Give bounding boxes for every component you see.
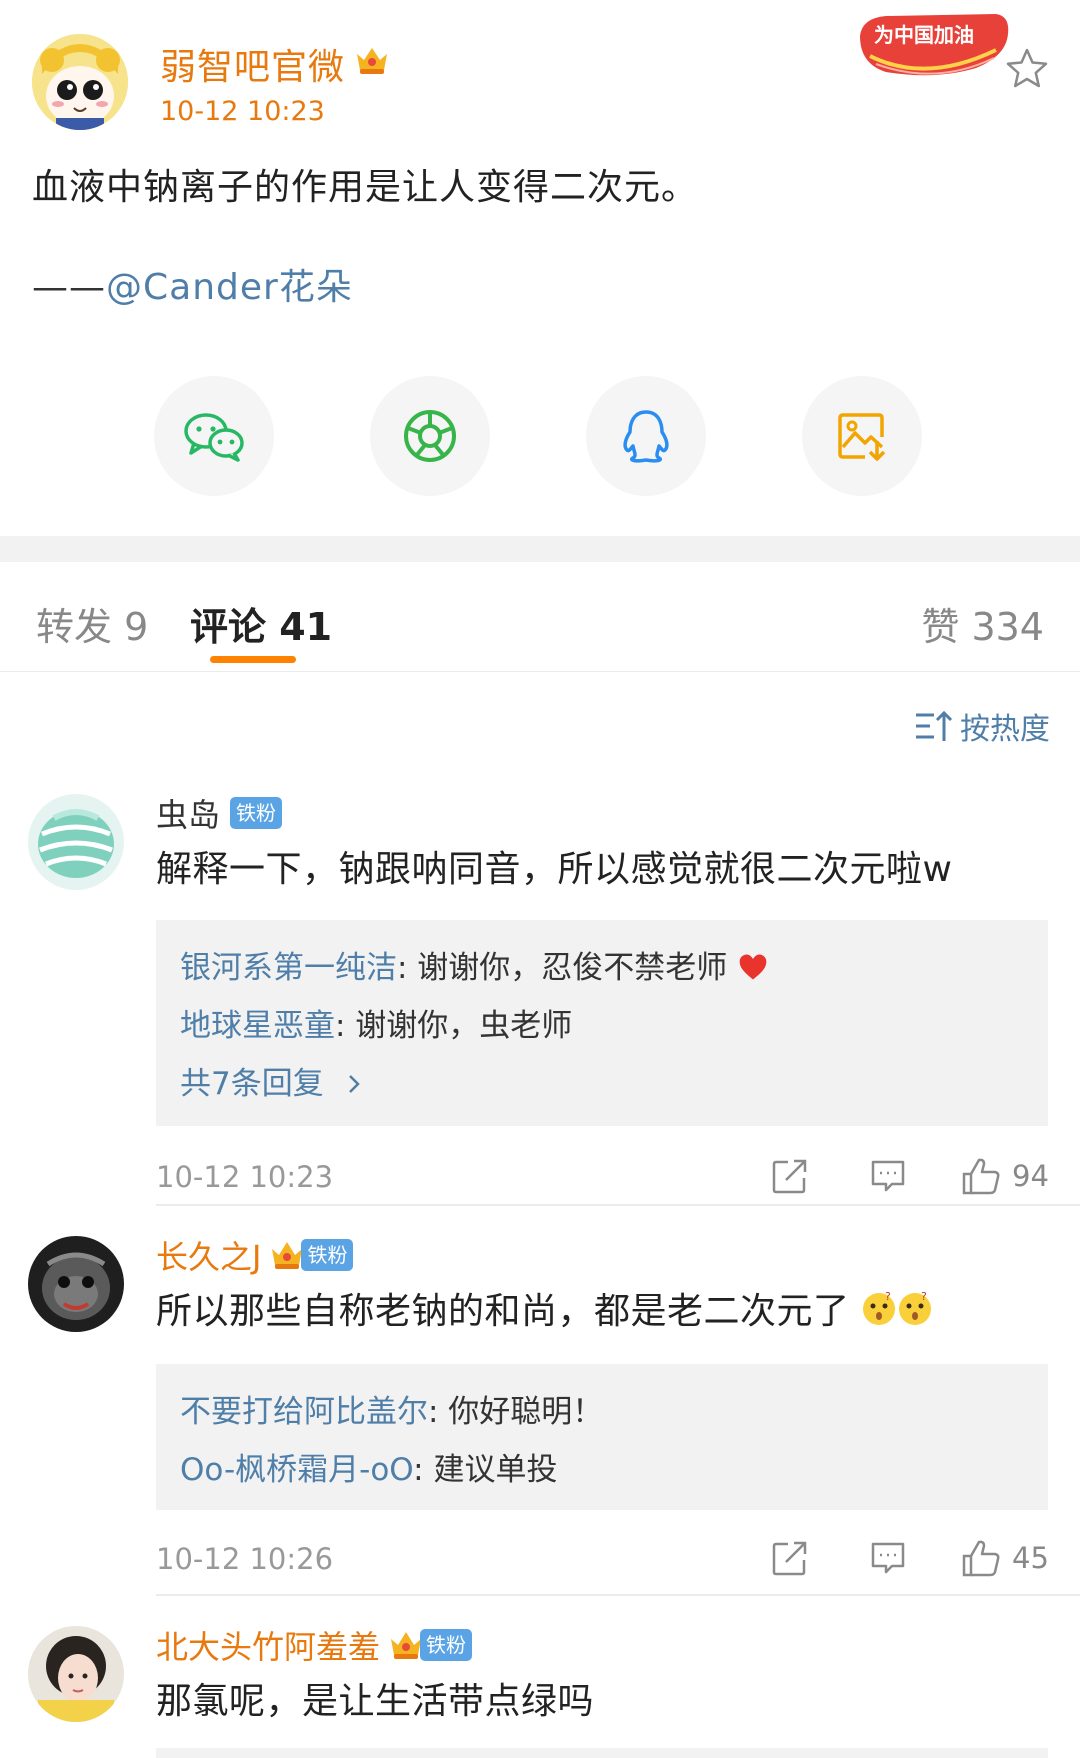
- reply-username[interactable]: 地球星恶童: [180, 1008, 335, 1044]
- sort-icon: [916, 710, 952, 741]
- comment-user[interactable]: 长久之J 铁粉: [156, 1232, 354, 1278]
- section-divider: [0, 536, 1080, 562]
- sort-label: 按热度: [960, 712, 1050, 747]
- reply-text: : 谢谢你，忍俊不禁老师: [397, 950, 728, 986]
- tab-reposts[interactable]: 转发 9: [36, 596, 148, 651]
- author-name[interactable]: 弱智吧官微: [160, 38, 345, 90]
- post-header: 弱智吧官微 10-12 10:23 为中国加油: [0, 0, 1080, 140]
- tab-comments[interactable]: 评论 41: [190, 596, 332, 651]
- reply-button[interactable]: [868, 1536, 908, 1580]
- view-all-replies-link[interactable]: 共7条回复: [180, 1058, 364, 1103]
- comment-avatar[interactable]: [28, 794, 124, 890]
- comment-meta: 10-12 10:23 94: [156, 1154, 1049, 1204]
- promo-badge-text: 为中国加油: [874, 23, 974, 47]
- comment-user[interactable]: 北大头竹阿羞羞 铁粉: [156, 1622, 473, 1668]
- share-moments-button[interactable]: [370, 376, 490, 496]
- fan-badge: 铁粉: [230, 797, 283, 829]
- view-all-replies-label: 共7条回复: [180, 1066, 324, 1102]
- puzzled-emoji-icon: ?: [863, 1291, 896, 1325]
- post-time: 10-12 10:23: [160, 96, 325, 127]
- comment-separator: [156, 1204, 1080, 1206]
- post-credit: ——@Cander花朵: [32, 258, 353, 310]
- crown-icon: [391, 1632, 422, 1659]
- like-button[interactable]: 45: [960, 1536, 1049, 1580]
- like-count: 45: [1012, 1541, 1049, 1575]
- comment-icon: [871, 1542, 905, 1574]
- comment-time: 10-12 10:26: [156, 1542, 334, 1576]
- reply-item: 不要打给阿比盖尔: 你好聪明！: [180, 1386, 603, 1431]
- credit-user-link[interactable]: @Cander花朵: [106, 267, 353, 308]
- crown-fan-badge: 铁粉: [388, 1628, 473, 1662]
- comment-username[interactable]: 北大头竹阿羞羞: [156, 1622, 380, 1668]
- share-qq-button[interactable]: [586, 376, 706, 496]
- comment-user[interactable]: 虫岛 铁粉: [156, 790, 283, 836]
- reply-item: 银河系第一纯洁: 谢谢你，忍俊不禁老师: [180, 942, 769, 987]
- reply-item: Oo-枫桥霜月-oO: 建议单投: [180, 1444, 557, 1489]
- wechat-icon: [184, 413, 244, 462]
- moments-icon: [404, 410, 456, 462]
- reply-box[interactable]: 银河系第一纯洁: 谢谢你，忍俊不禁老师 地球星恶童: 谢谢你，虫老师 共7条回复: [156, 920, 1048, 1126]
- comment-avatar[interactable]: [28, 1236, 124, 1332]
- qq-icon: [623, 410, 669, 463]
- comment-meta: 10-12 10:26 45: [156, 1536, 1049, 1586]
- comment-avatar[interactable]: [28, 1626, 124, 1722]
- crown-fan-badge: 铁粉: [269, 1238, 354, 1272]
- comment-text-content: 所以那些自称老钠的和尚，都是老二次元了: [156, 1291, 850, 1332]
- reply-box[interactable]: 不要打给阿比盖尔: 你好聪明！ Oo-枫桥霜月-oO: 建议单投: [156, 1364, 1048, 1510]
- reply-text: : 建议单投: [413, 1452, 558, 1488]
- fan-badge: 铁粉: [420, 1629, 473, 1661]
- like-button[interactable]: 94: [960, 1154, 1049, 1198]
- interaction-tabs: 转发 9 评论 41 赞 334: [0, 562, 1080, 672]
- promo-badge[interactable]: 为中国加油: [856, 6, 1012, 82]
- repost-button[interactable]: [770, 1154, 810, 1198]
- share-wechat-button[interactable]: [154, 376, 274, 496]
- comment-icon: [871, 1160, 905, 1192]
- heart-emoji-icon: [739, 954, 767, 980]
- favorite-star-icon[interactable]: [1004, 46, 1050, 92]
- comment-separator: [156, 1594, 1080, 1596]
- thumbs-up-icon: [962, 1158, 1000, 1195]
- save-image-icon: [838, 413, 886, 461]
- puzzled-emoji-icon: ?: [899, 1291, 932, 1325]
- comment-username[interactable]: 虫岛: [156, 790, 220, 836]
- author-avatar[interactable]: [32, 34, 128, 130]
- share-row: [0, 376, 1080, 500]
- reply-button[interactable]: [868, 1154, 908, 1198]
- active-tab-indicator: [210, 656, 296, 663]
- reply-username[interactable]: 银河系第一纯洁: [180, 950, 397, 986]
- chevron-right-icon: [348, 1075, 360, 1093]
- reply-text: : 你好聪明！: [428, 1394, 604, 1430]
- svg-text:?: ?: [885, 1291, 891, 1303]
- thumbs-up-icon: [962, 1540, 1000, 1577]
- comment-text: 那氯呢，是让生活带点绿吗: [156, 1681, 595, 1722]
- post-text: 血液中钠离子的作用是让人变得二次元。: [32, 167, 699, 208]
- repost-icon: [772, 1541, 807, 1576]
- reply-username[interactable]: 不要打给阿比盖尔: [180, 1394, 428, 1430]
- comment-text: 所以那些自称老钠的和尚，都是老二次元了 ? ?: [156, 1282, 933, 1334]
- comment-time: 10-12 10:23: [156, 1160, 334, 1194]
- repost-button[interactable]: [770, 1536, 810, 1580]
- repost-icon: [772, 1159, 807, 1194]
- crown-icon: [354, 44, 390, 76]
- fan-badge: 铁粉: [301, 1239, 354, 1271]
- crown-icon: [272, 1242, 303, 1269]
- reply-text: : 谢谢你，虫老师: [335, 1008, 573, 1044]
- sort-by-hot-button[interactable]: 按热度: [914, 704, 1050, 748]
- save-image-button[interactable]: [802, 376, 922, 496]
- reply-item: 地球星恶童: 谢谢你，虫老师: [180, 1000, 572, 1045]
- svg-text:?: ?: [921, 1291, 927, 1303]
- comment-text: 解释一下，钠跟呐同音，所以感觉就很二次元啦w: [156, 849, 953, 890]
- reply-box[interactable]: [156, 1748, 1048, 1758]
- reply-username[interactable]: Oo-枫桥霜月-oO: [180, 1452, 413, 1488]
- like-count: 94: [1012, 1159, 1049, 1193]
- comment-username[interactable]: 长久之J: [156, 1232, 261, 1278]
- credit-dash: ——: [32, 267, 106, 308]
- tab-likes[interactable]: 赞 334: [921, 596, 1044, 651]
